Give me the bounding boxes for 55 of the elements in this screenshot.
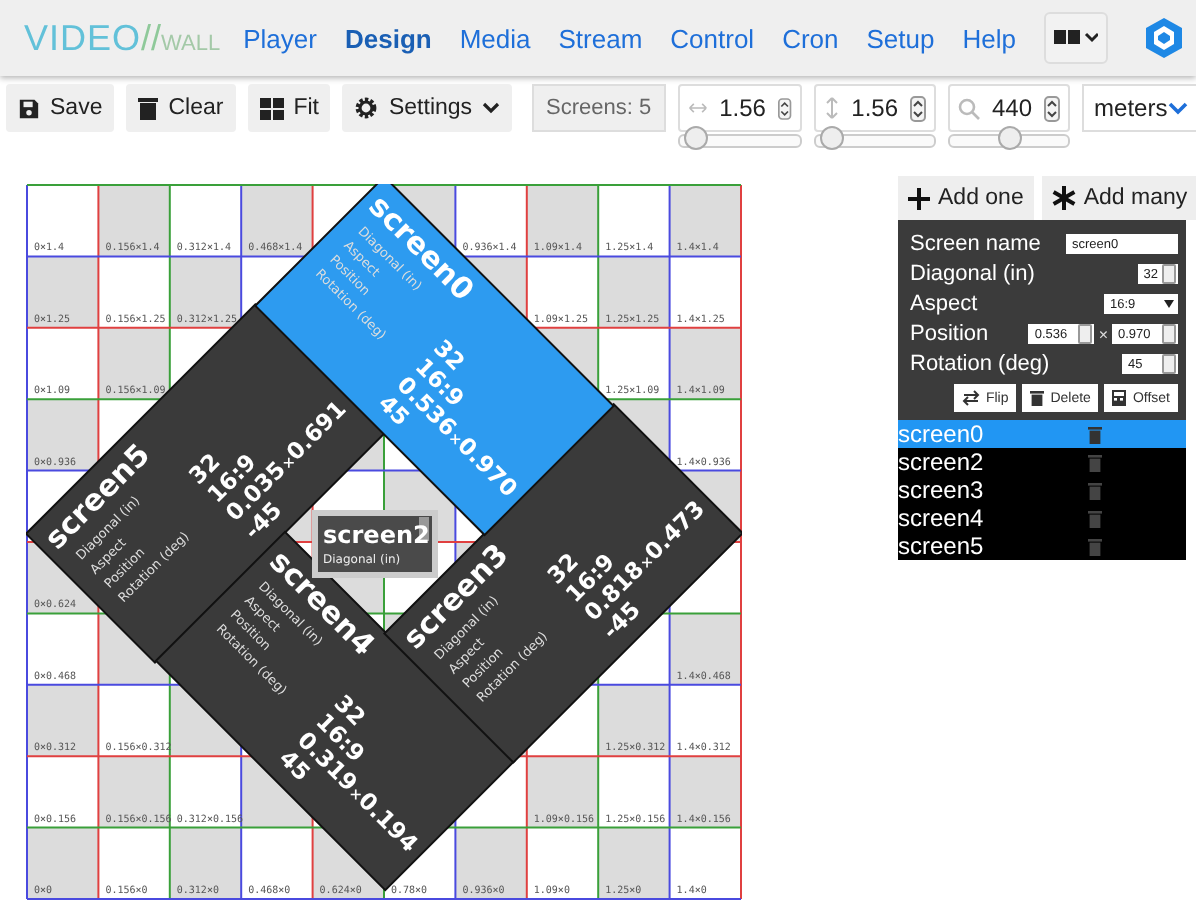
flag-caret-icon bbox=[1054, 28, 1098, 48]
nav-link[interactable]: Help bbox=[962, 23, 1016, 53]
nav-link[interactable]: Stream bbox=[558, 23, 643, 53]
screen-list-item[interactable]: screen2 bbox=[898, 448, 1186, 476]
number-field[interactable]: 440 bbox=[948, 84, 1071, 132]
trash-icon bbox=[1030, 390, 1045, 406]
logo-slashes: // bbox=[141, 17, 162, 59]
nav-link[interactable]: Player bbox=[243, 23, 317, 53]
toolbar-button[interactable]: Save bbox=[6, 84, 115, 132]
caret-icon bbox=[1164, 300, 1174, 308]
add-button[interactable]: Add one bbox=[898, 176, 1034, 220]
caret-icon bbox=[482, 102, 501, 114]
number-field[interactable]: 1.56 bbox=[677, 84, 802, 132]
screen-list-item[interactable]: screen4 bbox=[898, 504, 1186, 532]
screen-name: screen2 bbox=[323, 521, 430, 549]
language-dropdown[interactable] bbox=[1044, 12, 1108, 64]
field-label: Position bbox=[910, 322, 989, 346]
spinner-icon[interactable] bbox=[910, 95, 926, 121]
logo-subtext: WALL bbox=[161, 31, 221, 55]
grid-icon bbox=[259, 97, 284, 119]
nav-link[interactable]: Setup bbox=[866, 23, 935, 53]
nav-link[interactable]: Control bbox=[670, 23, 755, 53]
nav-link[interactable]: Cron bbox=[782, 23, 839, 53]
toolbar-button[interactable]: Settings bbox=[342, 84, 513, 132]
units-dropdown[interactable]: meters bbox=[1082, 84, 1196, 132]
toolbar-button[interactable]: Fit bbox=[247, 84, 331, 132]
search-icon bbox=[958, 97, 980, 119]
screen-list-item[interactable]: screen5 bbox=[898, 532, 1186, 560]
swap-arrows-icon bbox=[961, 390, 980, 406]
toolbar-button[interactable]: Clear bbox=[126, 84, 236, 132]
spinner-icon[interactable] bbox=[777, 95, 792, 121]
asterisk-icon bbox=[1051, 186, 1076, 210]
field-label: Rotation (deg) bbox=[910, 352, 1050, 376]
nav-link[interactable]: Design bbox=[344, 23, 432, 53]
app-logo-icon[interactable] bbox=[1144, 16, 1184, 60]
field-label: Aspect bbox=[910, 292, 978, 316]
field-label: Screen name bbox=[910, 232, 1041, 256]
nav-link[interactable]: Media bbox=[459, 23, 531, 53]
horizontal-arrows-icon bbox=[687, 100, 708, 116]
add-button[interactable]: Add many bbox=[1041, 176, 1196, 220]
separator: × bbox=[1098, 325, 1108, 343]
screen-count: Screens: 5 bbox=[532, 84, 666, 132]
screen-list-item[interactable]: screen3 bbox=[898, 476, 1186, 504]
caret-icon bbox=[1167, 101, 1188, 115]
save-icon bbox=[18, 97, 40, 119]
field-label: Diagonal (in) bbox=[910, 262, 1035, 286]
trash-icon bbox=[138, 96, 159, 120]
number-field[interactable]: 1.56 bbox=[813, 84, 936, 132]
trash-icon[interactable] bbox=[1088, 425, 1102, 443]
spinner-icon[interactable] bbox=[1044, 95, 1061, 121]
calculator-icon bbox=[1112, 390, 1127, 406]
settings-icon bbox=[354, 96, 379, 120]
vertical-arrows-icon bbox=[823, 96, 840, 120]
plus-icon bbox=[908, 187, 930, 209]
logo-text: VIDEO bbox=[24, 17, 142, 59]
